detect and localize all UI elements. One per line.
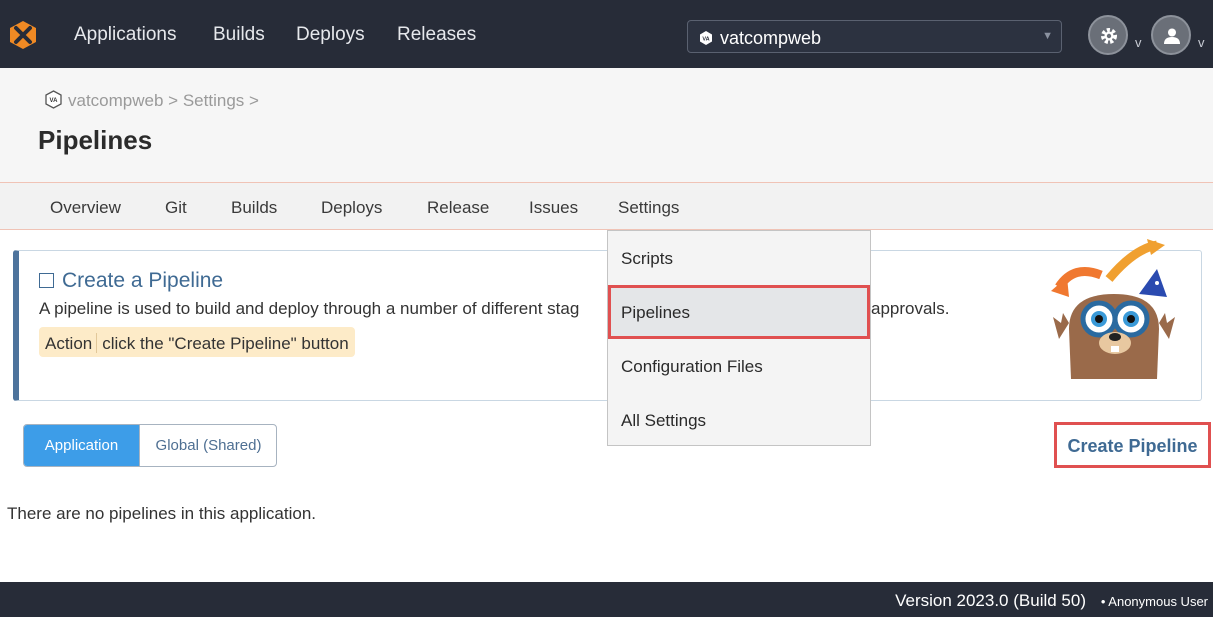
logo-icon[interactable] [8, 20, 38, 50]
app-tabs: Overview Git Builds Deploys Release Issu… [0, 182, 1213, 230]
user-chevron-icon[interactable]: v [1198, 35, 1205, 50]
action-text: click the "Create Pipeline" button [102, 334, 349, 353]
menu-item-scripts[interactable]: Scripts [608, 231, 870, 285]
app-badge-icon: VA [700, 31, 712, 45]
svg-text:VA: VA [702, 37, 709, 43]
nav-builds[interactable]: Builds [213, 24, 265, 46]
current-user: • Anonymous User [1100, 594, 1208, 609]
scope-application-button[interactable]: Application [24, 425, 139, 466]
footer: Version 2023.0 (Build 50) • Anonymous Us… [0, 582, 1213, 617]
nav-deploys[interactable]: Deploys [296, 24, 365, 46]
callout-title: Create a Pipeline [39, 269, 223, 293]
menu-item-pipelines[interactable]: Pipelines [608, 285, 870, 339]
action-hint: Action click the "Create Pipeline" button [39, 327, 355, 357]
gear-icon [1101, 28, 1117, 44]
top-navbar: Applications Builds Deploys Releases VA … [0, 0, 1213, 68]
application-selector[interactable]: VA vatcompweb ▼ [687, 20, 1062, 53]
settings-dropdown-menu: Scripts Pipelines Configuration Files Al… [607, 230, 871, 446]
empty-state-text: There are no pipelines in this applicati… [7, 504, 317, 523]
nav-releases[interactable]: Releases [397, 24, 476, 46]
tab-git[interactable]: Git [165, 198, 187, 218]
menu-item-all-settings[interactable]: All Settings [608, 393, 870, 447]
tab-settings[interactable]: Settings [618, 198, 679, 218]
breadcrumb-settings[interactable]: Settings [183, 91, 244, 110]
breadcrumb: VA vatcompweb > Settings > [44, 90, 259, 111]
breadcrumb-separator: > [168, 91, 179, 110]
action-label: Action [45, 334, 93, 353]
version-text: Version 2023.0 (Build 50) [895, 591, 1086, 610]
mascot-illustration [1051, 239, 1175, 379]
app-badge-icon: VA [45, 90, 62, 109]
user-menu-button[interactable] [1151, 15, 1191, 55]
create-pipeline-button[interactable]: Create Pipeline [1054, 422, 1211, 468]
nav-applications[interactable]: Applications [74, 24, 176, 46]
breadcrumb-separator: > [249, 91, 259, 110]
svg-text:VA: VA [50, 98, 59, 104]
tab-overview[interactable]: Overview [50, 198, 121, 218]
user-icon [1164, 28, 1180, 44]
callout-description: A pipeline is used to build and deploy t… [39, 299, 580, 318]
selected-application: vatcompweb [720, 28, 822, 48]
menu-item-configuration-files[interactable]: Configuration Files [608, 339, 870, 393]
chevron-down-icon: ▼ [1042, 30, 1053, 42]
breadcrumb-app[interactable]: vatcompweb [68, 91, 163, 110]
page-title: Pipelines [38, 125, 153, 155]
settings-chevron-icon[interactable]: v [1135, 35, 1142, 50]
tab-builds[interactable]: Builds [231, 198, 277, 218]
checkbox-icon [39, 273, 54, 288]
callout-description-end: approvals. [871, 299, 950, 318]
scope-toggle: Application Global (Shared) [23, 424, 277, 467]
settings-button[interactable] [1088, 15, 1128, 55]
page-header: VA vatcompweb > Settings > Pipelines [0, 68, 1213, 182]
tab-release[interactable]: Release [427, 198, 489, 218]
tab-deploys[interactable]: Deploys [321, 198, 382, 218]
tab-issues[interactable]: Issues [529, 198, 578, 218]
scope-global-button[interactable]: Global (Shared) [139, 425, 276, 466]
